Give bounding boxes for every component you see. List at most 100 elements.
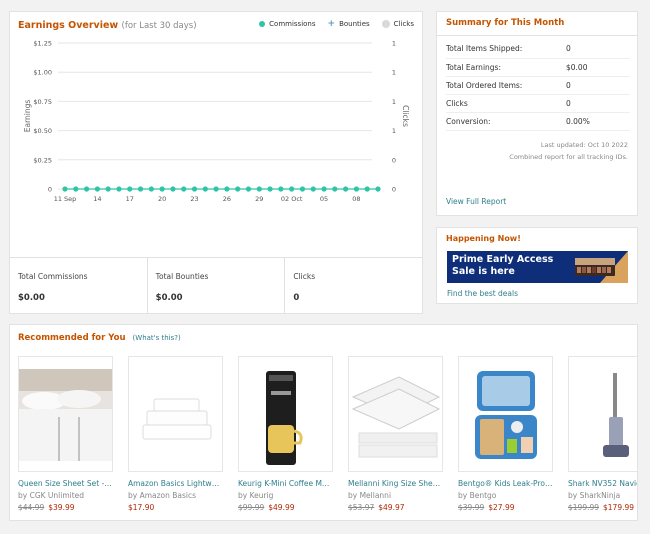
data-point <box>245 186 252 192</box>
legend-bounties[interactable]: + Bounties <box>328 20 370 29</box>
summary-value: $0.00 <box>566 58 630 77</box>
product-price: $53.97 $49.97 <box>348 503 443 512</box>
summary-meta: Last updated: Oct 10 2022 Combined repor… <box>437 139 628 163</box>
x-tick-label: 29 <box>255 195 263 203</box>
data-point <box>224 186 230 192</box>
x-tick-label: 17 <box>126 195 134 203</box>
coffee-maker-image[interactable] <box>238 356 333 472</box>
banner-line-1: Prime Early Access <box>452 254 554 265</box>
product-card[interactable]: Keurig K-Mini Coffee Ma... by Keurig $99… <box>238 356 333 512</box>
data-point <box>94 186 100 192</box>
sale-price: $17.90 <box>128 503 155 512</box>
recommended-title: Recommended for You (What's this?) <box>18 333 181 343</box>
happening-now-card: Happening Now! Prime Early Access Sale i… <box>436 227 638 304</box>
legend-commissions[interactable]: Commissions <box>259 20 316 28</box>
data-point <box>202 186 208 192</box>
view-full-report-link[interactable]: View Full Report <box>446 197 506 206</box>
product-card[interactable]: Shark NV352 Navigator by SharkNinja $199… <box>568 356 637 512</box>
data-point <box>116 186 122 192</box>
data-point <box>73 186 79 192</box>
old-price: $53.97 <box>348 503 375 512</box>
y-tick-label: $1.00 <box>33 69 52 77</box>
x-tick-label: 02 Oct <box>281 195 303 203</box>
legend-label: Commissions <box>269 20 316 28</box>
data-point <box>181 186 187 192</box>
product-brand: by Amazon Basics <box>128 491 197 500</box>
old-price: $39.99 <box>458 503 485 512</box>
summary-row: Total Earnings: $0.00 <box>446 58 630 77</box>
legend-clicks[interactable]: Clicks <box>381 20 414 28</box>
legend-label: Clicks <box>393 20 414 28</box>
product-card[interactable]: Amazon Basics Lightwei... by Amazon Basi… <box>128 356 223 512</box>
x-tick-label: 23 <box>190 195 198 203</box>
prime-sale-banner[interactable]: Prime Early Access Sale is here <box>447 251 628 283</box>
earnings-title-text: Earnings Overview <box>18 20 119 31</box>
product-price: $44.99 $39.99 <box>18 503 113 512</box>
summary-row: Total Ordered Items: 0 <box>446 76 630 95</box>
summary-value: 0 <box>566 40 630 59</box>
old-price: $44.99 <box>18 503 45 512</box>
stat-value: $0.00 <box>18 293 45 303</box>
data-point <box>137 186 144 192</box>
summary-table: Total Items Shipped: 0 Total Earnings: $0.… <box>446 40 630 131</box>
find-deals-link[interactable]: Find the best deals <box>447 289 518 298</box>
banner-line-2: Sale is here <box>452 266 515 277</box>
data-point <box>235 186 241 192</box>
product-price: $17.90 <box>128 503 223 512</box>
folded-sheets-image[interactable] <box>128 356 223 472</box>
product-card[interactable]: Bentgo® Kids Leak-Proof... by Bentgo $39… <box>458 356 553 512</box>
sale-price: $27.99 <box>488 503 515 512</box>
x-tick-label: 14 <box>93 195 101 203</box>
summary-value: 0 <box>566 76 630 95</box>
y-tick-label: $0.50 <box>33 127 52 135</box>
product-name[interactable]: Queen Size Sheet Set - 6... <box>18 479 113 488</box>
makeup-palette-image <box>575 258 615 276</box>
product-brand: by Keurig <box>238 491 274 500</box>
product-name[interactable]: Mellanni King Size Sheet... <box>348 479 443 488</box>
product-price: $99.99 $49.99 <box>238 503 333 512</box>
legend-label: Bounties <box>339 20 370 28</box>
x-tick-label: 11 Sep <box>54 195 77 203</box>
data-point <box>213 186 219 192</box>
data-point <box>159 186 165 192</box>
whats-this-link[interactable]: (What's this?) <box>133 334 181 342</box>
earnings-stats: Total Commissions $0.00 Total Bounties $… <box>10 257 422 314</box>
product-brand: by Mellanni <box>348 491 392 500</box>
y-tick-label: $0.25 <box>33 156 52 164</box>
y2-tick-label: 1 <box>392 40 396 48</box>
data-point <box>170 186 176 192</box>
data-point <box>256 186 262 192</box>
sale-price: $39.99 <box>48 503 75 512</box>
product-brand: by Bentgo <box>458 491 497 500</box>
data-point <box>191 186 198 192</box>
product-name[interactable]: Shark NV352 Navigator <box>568 479 637 488</box>
circle-dot-icon <box>259 21 266 27</box>
product-name[interactable]: Keurig K-Mini Coffee Ma... <box>238 479 333 488</box>
vacuum-image[interactable] <box>568 356 637 472</box>
y-tick-label: $1.25 <box>33 40 52 48</box>
product-name[interactable]: Bentgo® Kids Leak-Proof... <box>458 479 553 488</box>
stat-total-bounties: Total Bounties $0.00 <box>148 258 286 314</box>
sale-price: $49.97 <box>378 503 405 512</box>
summary-label: Total Items Shipped: <box>446 40 566 59</box>
bed-sheets-image[interactable] <box>18 356 113 472</box>
lunch-box-image[interactable] <box>458 356 553 472</box>
summary-label: Total Earnings: <box>446 58 566 77</box>
stat-value: $0.00 <box>155 293 183 303</box>
data-point <box>375 186 381 192</box>
sheet-set-image[interactable] <box>348 356 443 472</box>
product-card[interactable]: Mellanni King Size Sheet... by Mellanni … <box>348 356 443 512</box>
product-card[interactable]: Queen Size Sheet Set - 6... by CGK Unlim… <box>18 356 113 512</box>
stat-label: Total Bounties <box>155 272 209 281</box>
summary-row: Conversion: 0.00% <box>446 112 630 131</box>
summary-label: Clicks <box>446 94 566 113</box>
product-name[interactable]: Amazon Basics Lightwei... <box>128 479 223 488</box>
x-tick-label: 26 <box>223 195 231 203</box>
circle-icon <box>381 20 390 28</box>
y2-tick-label: 0 <box>392 156 396 164</box>
data-point <box>321 186 327 192</box>
stat-label: Total Commissions <box>18 272 88 281</box>
product-price: $199.99 $179.99 <box>568 503 637 512</box>
sale-price: $49.99 <box>268 503 295 512</box>
old-price: $99.99 <box>238 503 265 512</box>
